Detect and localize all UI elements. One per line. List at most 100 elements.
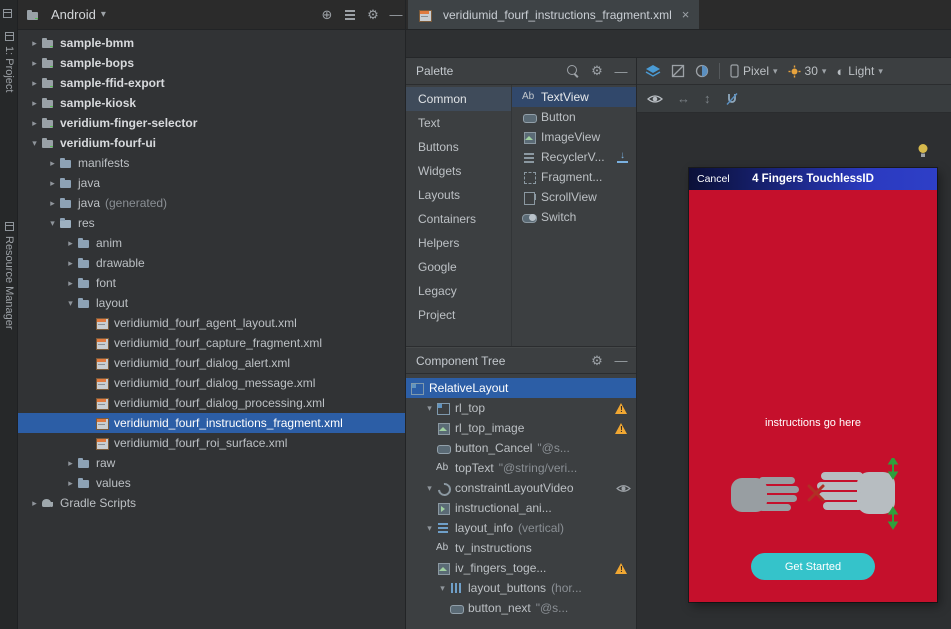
component-tree-node[interactable]: RelativeLayout (406, 378, 636, 398)
chevron-down-icon[interactable] (423, 398, 436, 418)
preview-get-started-button[interactable]: Get Started (751, 553, 875, 580)
palette-category[interactable]: Containers (406, 207, 511, 231)
palette-category[interactable]: Helpers (406, 231, 511, 255)
project-tree-item[interactable]: java (18, 173, 405, 193)
chevron-down-icon[interactable] (436, 578, 449, 598)
palette-category[interactable]: Text (406, 111, 511, 135)
palette-component[interactable]: TextView (512, 87, 636, 107)
chevron-right-icon[interactable] (28, 113, 41, 133)
palette-category[interactable]: Google (406, 255, 511, 279)
project-tree-item[interactable]: veridium-fourf-ui (18, 133, 405, 153)
project-tree-item[interactable]: sample-bmm (18, 33, 405, 53)
chevron-right-icon[interactable] (28, 53, 41, 73)
component-tree-node[interactable]: button_next "@s... (406, 598, 636, 618)
palette-component[interactable]: Button (512, 107, 636, 127)
preview-instructions-text[interactable]: instructions go here (689, 417, 937, 429)
chevron-right-icon[interactable] (28, 33, 41, 53)
tool-window-resource-manager-button[interactable]: Resource Manager (0, 222, 18, 330)
chevron-right-icon[interactable] (64, 253, 77, 273)
project-tree-item[interactable]: veridiumid_fourf_roi_surface.xml (18, 433, 405, 453)
chevron-down-icon[interactable] (28, 133, 41, 153)
api-selector[interactable]: 30 ▾ (788, 64, 827, 78)
project-tree-item[interactable]: sample-ffid-export (18, 73, 405, 93)
layers-icon[interactable] (645, 64, 661, 78)
preview-cancel-button[interactable]: Cancel (697, 173, 730, 185)
chevron-right-icon[interactable] (64, 233, 77, 253)
gear-icon[interactable]: ⚙ (588, 62, 606, 80)
chevron-right-icon[interactable] (46, 193, 59, 213)
pan-horizontal-icon[interactable]: ↔ (677, 91, 690, 106)
component-tree-node[interactable]: iv_fingers_toge... ! (406, 558, 636, 578)
component-tree-node[interactable]: layout_info (vertical) (406, 518, 636, 538)
chevron-right-icon[interactable] (28, 93, 41, 113)
component-tree-node[interactable]: rl_top_image ! (406, 418, 636, 438)
device-selector[interactable]: Pixel ▾ (730, 64, 778, 78)
project-tree-item[interactable]: layout (18, 293, 405, 313)
chevron-right-icon[interactable] (64, 473, 77, 493)
chevron-right-icon[interactable] (64, 273, 77, 293)
chevron-right-icon[interactable] (46, 173, 59, 193)
minimize-panel-icon[interactable]: — (612, 352, 630, 370)
chevron-right-icon[interactable] (28, 73, 41, 93)
autoconnect-magnet-icon[interactable] (725, 92, 739, 106)
project-tree-item[interactable]: drawable (18, 253, 405, 273)
tool-window-project-button[interactable]: 1: Project (0, 32, 18, 92)
project-view-selector[interactable]: Android (51, 7, 96, 22)
gear-icon[interactable]: ⚙ (364, 6, 382, 24)
project-tree-item[interactable]: raw (18, 453, 405, 473)
palette-component[interactable]: Switch (512, 207, 636, 227)
component-tree-node[interactable]: instructional_ani... (406, 498, 636, 518)
view-options-eye-icon[interactable] (647, 93, 663, 105)
view-options-icon[interactable] (341, 6, 359, 24)
project-tree-item[interactable]: anim (18, 233, 405, 253)
project-tree-item[interactable]: veridiumid_fourf_instructions_fragment.x… (18, 413, 405, 433)
palette-category[interactable]: Common (406, 87, 511, 111)
project-tree-item[interactable]: sample-bops (18, 53, 405, 73)
project-tree-item[interactable]: font (18, 273, 405, 293)
hide-panel-icon[interactable]: — (387, 6, 405, 24)
blueprint-toggle-icon[interactable] (671, 64, 685, 78)
chevron-down-icon[interactable] (64, 293, 77, 313)
color-picker-icon[interactable] (695, 64, 709, 78)
theme-selector[interactable]: ◐ Light ▾ (836, 64, 882, 79)
palette-category[interactable]: Project (406, 303, 511, 327)
component-tree-node[interactable]: tv_instructions (406, 538, 636, 558)
chevron-down-icon[interactable] (423, 518, 436, 538)
chevron-right-icon[interactable] (28, 493, 41, 513)
design-canvas[interactable]: Cancel 4 Fingers TouchlessID instruction… (637, 113, 951, 629)
hands-illustration[interactable] (725, 458, 901, 530)
palette-category[interactable]: Widgets (406, 159, 511, 183)
project-tree-item[interactable]: veridiumid_fourf_dialog_alert.xml (18, 353, 405, 373)
component-tree-node[interactable]: constraintLayoutVideo (406, 478, 636, 498)
component-tree-node[interactable]: rl_top ! (406, 398, 636, 418)
chevron-right-icon[interactable] (46, 153, 59, 173)
palette-category[interactable]: Layouts (406, 183, 511, 207)
project-tree-item[interactable]: veridiumid_fourf_dialog_processing.xml (18, 393, 405, 413)
preview-action-bar[interactable]: Cancel 4 Fingers TouchlessID (689, 168, 937, 190)
project-tree-item[interactable]: manifests (18, 153, 405, 173)
component-tree-node[interactable]: topText "@string/veri... (406, 458, 636, 478)
chevron-down-icon[interactable] (423, 478, 436, 498)
palette-category[interactable]: Legacy (406, 279, 511, 303)
chevron-down-icon[interactable] (46, 213, 59, 233)
project-tree-item[interactable]: java (generated) (18, 193, 405, 213)
palette-component[interactable]: ScrollView (512, 187, 636, 207)
component-tree-node[interactable]: layout_buttons (hor... (406, 578, 636, 598)
chevron-right-icon[interactable] (64, 453, 77, 473)
project-tree-item[interactable]: values (18, 473, 405, 493)
project-tree-item[interactable]: Gradle Scripts (18, 493, 405, 513)
download-icon[interactable] (617, 151, 628, 163)
project-tree-item[interactable]: sample-kiosk (18, 93, 405, 113)
locate-file-icon[interactable]: ⊕ (318, 6, 336, 24)
palette-component[interactable]: ImageView (512, 127, 636, 147)
minimize-panel-icon[interactable]: — (612, 62, 630, 80)
gear-icon[interactable]: ⚙ (588, 352, 606, 370)
project-tree-item[interactable]: res (18, 213, 405, 233)
visibility-eye-icon[interactable] (616, 483, 631, 494)
search-icon[interactable] (566, 64, 580, 78)
palette-component[interactable]: Fragment... (512, 167, 636, 187)
lightbulb-icon[interactable] (917, 143, 929, 161)
device-preview[interactable]: Cancel 4 Fingers TouchlessID instruction… (689, 168, 937, 602)
project-tree-item[interactable]: veridiumid_fourf_capture_fragment.xml (18, 333, 405, 353)
palette-category[interactable]: Buttons (406, 135, 511, 159)
